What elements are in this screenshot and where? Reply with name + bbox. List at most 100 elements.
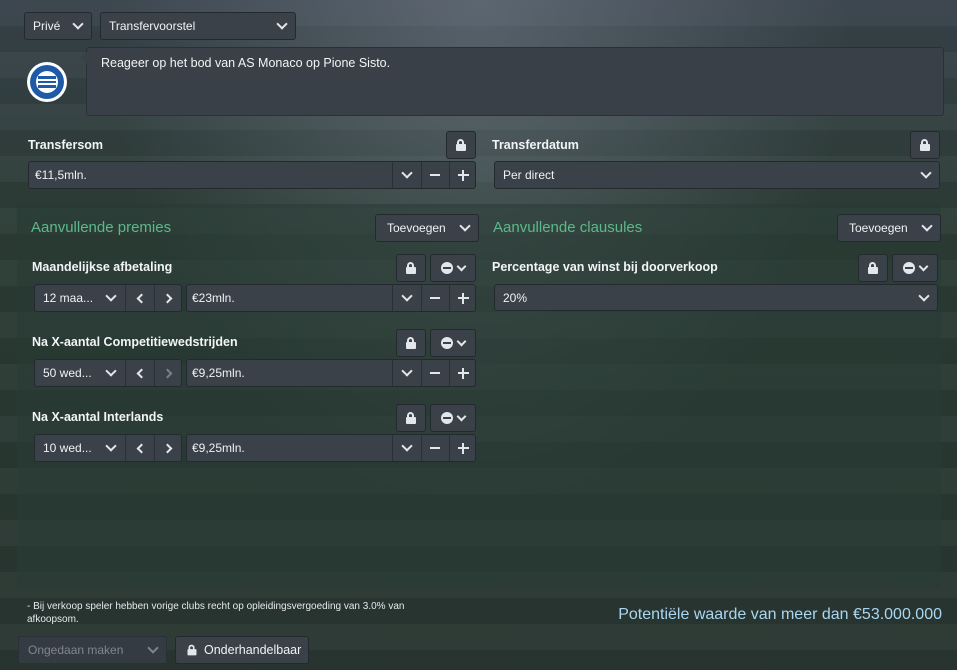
chevron-down-icon bbox=[914, 215, 940, 241]
transfersom-increase-button[interactable] bbox=[449, 162, 476, 188]
clausules-title: Aanvullende clausules bbox=[493, 219, 643, 236]
chevron-down-icon bbox=[97, 435, 125, 461]
premie-count-value: 10 wed... bbox=[43, 441, 92, 455]
chevron-down-icon bbox=[97, 285, 125, 311]
transfersom-dropdown[interactable] bbox=[392, 162, 420, 188]
lock-icon bbox=[456, 139, 466, 151]
minus-icon bbox=[430, 447, 440, 449]
chevron-down-icon bbox=[456, 261, 467, 271]
potential-value-text: Potentiële waarde van meer dan €53.000.0… bbox=[618, 606, 942, 623]
premie-amount-decrease-button[interactable] bbox=[421, 285, 448, 311]
premie-count-next-button[interactable] bbox=[154, 285, 182, 311]
undo-button[interactable]: Ongedaan maken bbox=[18, 636, 167, 664]
transfersom-lock-button[interactable] bbox=[446, 131, 476, 159]
club-logo-icon bbox=[26, 61, 68, 103]
chevron-down-icon bbox=[452, 215, 478, 241]
premie-count-prev-button[interactable] bbox=[125, 360, 153, 386]
premie-amount-increase-button[interactable] bbox=[449, 435, 476, 461]
premie-amount-field[interactable]: €23mln. bbox=[186, 284, 476, 312]
premie-amount-decrease-button[interactable] bbox=[421, 360, 448, 386]
premie-lock-button[interactable] bbox=[396, 254, 426, 282]
transfersom-label: Transfersom bbox=[28, 138, 104, 152]
lock-icon bbox=[920, 139, 930, 151]
premie-amount-field[interactable]: €9,25mln. bbox=[186, 359, 476, 387]
chevron-left-icon bbox=[136, 368, 146, 378]
chevron-down-icon bbox=[456, 411, 467, 421]
non-negotiable-toggle-button[interactable]: Onderhandelbaar bbox=[175, 636, 309, 664]
plus-icon bbox=[457, 292, 469, 304]
clausule-lock-button[interactable] bbox=[858, 254, 888, 282]
premie-label: Na X-aantal Interlands bbox=[32, 410, 164, 424]
premie-amount-increase-button[interactable] bbox=[449, 285, 476, 311]
plus-icon bbox=[457, 169, 469, 181]
premies-title: Aanvullende premies bbox=[31, 219, 172, 236]
premie-amount-decrease-button[interactable] bbox=[421, 435, 448, 461]
transfersom-amount-field[interactable]: €11,5mln. bbox=[28, 161, 476, 189]
premie-amount-dropdown[interactable] bbox=[392, 435, 420, 461]
clausule-value: 20% bbox=[503, 290, 528, 305]
premie-amount-dropdown[interactable] bbox=[392, 285, 420, 311]
premie-count-select[interactable]: 12 maa... bbox=[34, 284, 182, 312]
message-type-value: Transfervoorstel bbox=[109, 19, 196, 33]
chevron-down-icon bbox=[400, 290, 413, 302]
premie-count-value: 12 maa... bbox=[43, 291, 94, 305]
premie-count-select[interactable]: 50 wed... bbox=[34, 359, 182, 387]
premie-label: Maandelijkse afbetaling bbox=[32, 260, 173, 274]
message-box: Reageer op het bod van AS Monaco op Pion… bbox=[86, 47, 944, 116]
minus-icon bbox=[430, 297, 440, 299]
clausule-value-select[interactable]: 20% bbox=[494, 284, 938, 311]
premie-count-prev-button[interactable] bbox=[125, 435, 153, 461]
unlock-icon bbox=[187, 644, 197, 656]
chevron-left-icon bbox=[136, 293, 146, 303]
premie-amount-dropdown[interactable] bbox=[392, 360, 420, 386]
minus-icon bbox=[430, 174, 440, 176]
chevron-down-icon bbox=[456, 336, 467, 346]
lock-icon bbox=[406, 337, 416, 349]
lock-icon bbox=[406, 262, 416, 274]
premies-add-button[interactable]: Toevoegen bbox=[375, 214, 479, 242]
minus-icon bbox=[430, 372, 440, 374]
chevron-down-icon bbox=[911, 285, 937, 310]
clausules-add-button[interactable]: Toevoegen bbox=[837, 214, 941, 242]
premie-count-next-button[interactable] bbox=[154, 360, 182, 386]
chevron-down-icon bbox=[913, 162, 939, 188]
message-pointer bbox=[80, 52, 87, 64]
chevron-down-icon bbox=[269, 13, 295, 39]
transfersom-decrease-button[interactable] bbox=[421, 162, 448, 188]
premie-count-select[interactable]: 10 wed... bbox=[34, 434, 182, 462]
chevron-down-icon bbox=[140, 637, 166, 663]
plus-icon bbox=[457, 442, 469, 454]
premie-count-next-button[interactable] bbox=[154, 435, 182, 461]
transferdatum-select[interactable]: Per direct bbox=[494, 161, 940, 189]
clausule-remove-button[interactable] bbox=[892, 254, 938, 282]
transferdatum-label: Transferdatum bbox=[492, 138, 579, 152]
premie-remove-button[interactable] bbox=[430, 404, 476, 432]
lock-icon bbox=[868, 262, 878, 274]
premie-amount-field[interactable]: €9,25mln. bbox=[186, 434, 476, 462]
training-compensation-note: - Bij verkoop speler hebben vorige clubs… bbox=[27, 601, 405, 625]
premie-amount-increase-button[interactable] bbox=[449, 360, 476, 386]
premie-lock-button[interactable] bbox=[396, 329, 426, 357]
message-type-select[interactable]: Transfervoorstel bbox=[100, 12, 296, 40]
plus-icon bbox=[457, 367, 469, 379]
chevron-right-icon bbox=[162, 368, 172, 378]
remove-icon bbox=[441, 262, 453, 274]
chevron-down-icon bbox=[400, 365, 413, 377]
privacy-select[interactable]: Privé bbox=[24, 12, 92, 40]
chevron-down-icon bbox=[97, 360, 125, 386]
premie-remove-button[interactable] bbox=[430, 254, 476, 282]
transferdatum-lock-button[interactable] bbox=[910, 131, 940, 159]
chevron-right-icon bbox=[162, 443, 172, 453]
chevron-down-icon bbox=[400, 440, 413, 452]
premies-add-label: Toevoegen bbox=[387, 221, 446, 235]
chevron-right-icon bbox=[162, 293, 172, 303]
chevron-down-icon bbox=[65, 13, 91, 39]
remove-icon bbox=[903, 262, 915, 274]
premie-count-prev-button[interactable] bbox=[125, 285, 153, 311]
transferdatum-value: Per direct bbox=[503, 168, 555, 182]
privacy-select-value: Privé bbox=[33, 19, 61, 33]
chevron-down-icon bbox=[918, 261, 929, 271]
premie-remove-button[interactable] bbox=[430, 329, 476, 357]
premie-count-value: 50 wed... bbox=[43, 366, 92, 380]
premie-lock-button[interactable] bbox=[396, 404, 426, 432]
